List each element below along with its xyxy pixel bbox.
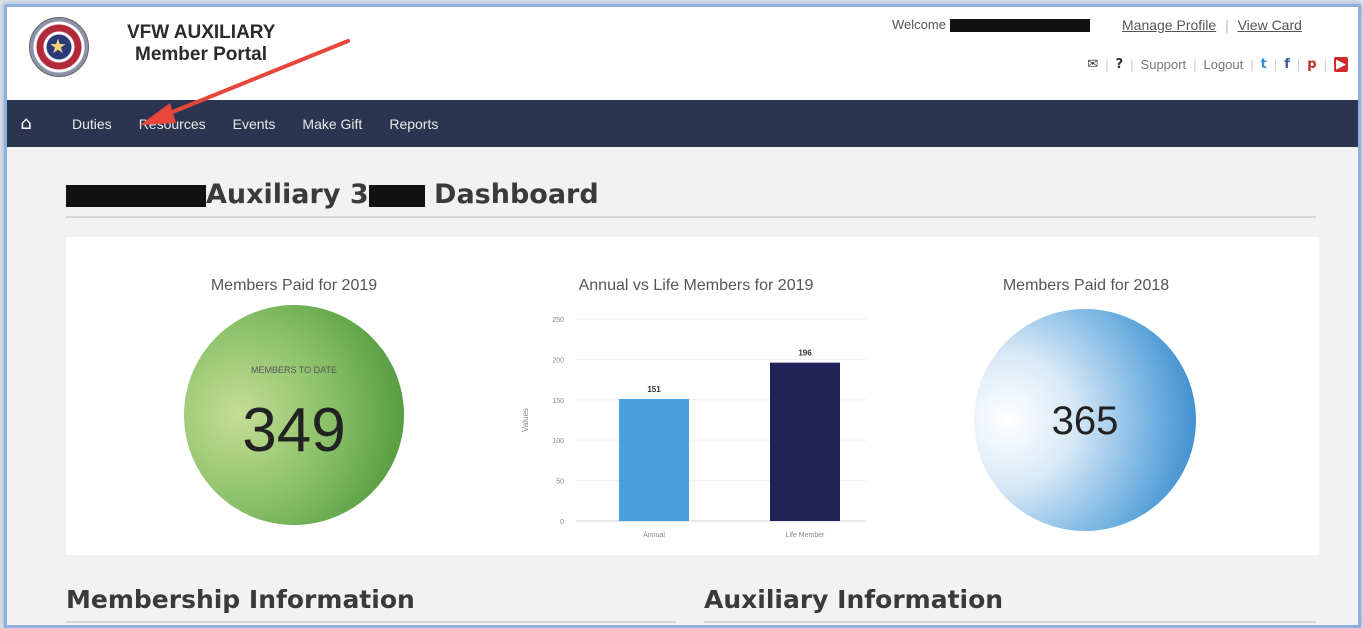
vfw-auxiliary-logo[interactable]: ★ [29,17,89,77]
logout-link[interactable]: Logout [1203,57,1243,72]
y-tick-label: 0 [560,519,564,526]
stats-card: Members Paid for 2019 MEMBERS TO DATE 34… [66,237,1319,555]
site-header: ★ VFW AUXILIARY Member Portal Welcome Ma… [7,7,1358,100]
portal-title: VFW AUXILIARY Member Portal [127,22,275,66]
main-nav: ⌂ Duties Resources Events Make Gift Repo… [7,100,1358,147]
view-card-link[interactable]: View Card [1238,17,1302,33]
x-tick-label: Life Member [786,532,826,539]
welcome-message: Welcome [892,17,1090,33]
help-icon[interactable]: ? [1116,57,1124,72]
youtube-icon[interactable]: ▶ [1334,57,1348,72]
account-links: Manage Profile | View Card [1122,17,1302,33]
y-tick-label: 200 [552,357,564,364]
portal-title-line2: Member Portal [135,44,267,65]
members-2019-count: 349 [242,396,346,465]
members-2018-circle: 365 [974,309,1196,531]
util-separator: | [1250,57,1254,72]
divider [704,621,1316,623]
portal-title-line1: VFW AUXILIARY [127,22,276,43]
dashboard-title-mid: Auxiliary 3 [206,179,369,210]
nav-item-resources[interactable]: Resources [139,116,206,132]
manage-profile-link[interactable]: Manage Profile [1122,17,1216,33]
nav-item-events[interactable]: Events [233,116,276,132]
util-separator: | [1323,57,1327,72]
eagle-emblem-icon: ★ [49,34,67,58]
util-separator: | [1296,57,1301,72]
members-2019-circle: MEMBERS TO DATE 349 [184,305,404,525]
redacted-username [949,19,1090,33]
pinterest-icon[interactable]: p [1307,57,1316,72]
home-icon[interactable]: ⌂ [7,113,45,134]
x-tick-label: Annual [643,532,665,539]
util-separator: | [1273,57,1278,72]
nav-item-reports[interactable]: Reports [389,116,438,132]
y-axis-label: Values [521,408,530,432]
bar-value-label: 196 [798,349,812,358]
welcome-label: Welcome [892,17,946,32]
nav-item-duties[interactable]: Duties [72,116,112,132]
bar [770,362,840,521]
util-separator: | [1193,57,1197,72]
nav-item-make-gift[interactable]: Make Gift [302,116,362,132]
members-paid-2019-title: Members Paid for 2019 [210,277,378,294]
y-tick-label: 50 [556,479,564,486]
dashboard-title: Auxiliary 3 Dashboard [66,179,599,210]
members-2018-count: 365 [1051,399,1119,443]
util-separator: | [1105,57,1109,72]
dashboard-title-end: Dashboard [434,179,599,210]
redacted-number [368,184,425,207]
divider [66,621,676,623]
annual-vs-life-chart: 0 50 100 150 200 250 Values 151 Annual 196 Life Me… [521,317,866,539]
membership-information-heading: Membership Information [66,585,415,614]
link-separator: | [1225,17,1229,33]
redacted-name [66,184,206,207]
bar [619,398,689,521]
bar-value-label: 151 [647,385,661,394]
support-link[interactable]: Support [1141,57,1187,72]
annual-vs-life-title: Annual vs Life Members for 2019 [578,277,814,294]
utility-bar: ✉ | ? | Support | Logout | t | f | p | ▶ [1087,57,1348,72]
envelope-icon[interactable]: ✉ [1087,57,1098,72]
y-tick-label: 100 [552,438,564,445]
divider [66,216,1316,218]
members-paid-2018-title: Members Paid for 2018 [1002,277,1170,294]
y-tick-label: 150 [552,398,564,405]
y-tick-label: 250 [552,317,564,324]
members-to-date-label: MEMBERS TO DATE [250,365,337,375]
auxiliary-information-heading: Auxiliary Information [704,585,1004,614]
util-separator: | [1130,57,1134,72]
browser-frame: ★ VFW AUXILIARY Member Portal Welcome Ma… [4,4,1361,628]
